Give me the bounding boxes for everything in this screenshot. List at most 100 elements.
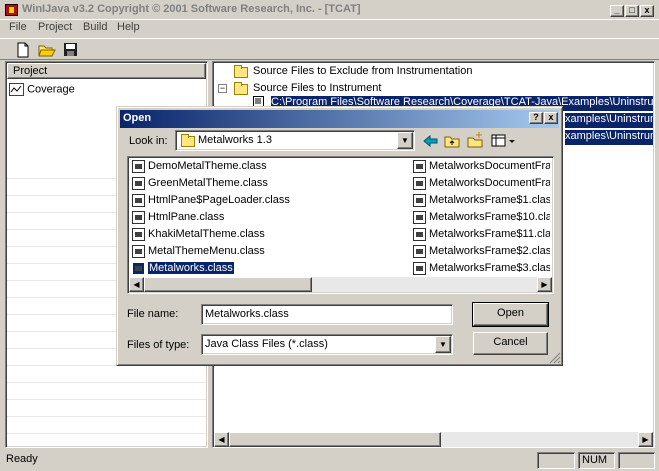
class-file-icon (413, 159, 426, 173)
file-label: MetalworksFrame$3.class (429, 262, 550, 274)
file-list-scrollbar[interactable]: ◀ ▶ (129, 277, 552, 292)
file-item[interactable]: MetalworksFrame$3.class (413, 261, 550, 278)
class-file-icon (132, 159, 145, 173)
minimize-button[interactable]: _ (610, 5, 624, 17)
menu-build[interactable]: Build (83, 21, 107, 33)
file-item[interactable]: MetalThemeMenu.class (132, 244, 402, 261)
class-file-icon (413, 261, 426, 275)
dialog-close-button[interactable]: x (544, 112, 558, 124)
menu-bar: File Project Build Help (0, 20, 659, 37)
new-folder-icon[interactable] (466, 131, 484, 149)
horizontal-scrollbar[interactable]: ◀ ▶ (214, 432, 653, 447)
scroll-left-icon[interactable]: ◀ (214, 432, 229, 447)
file-item[interactable]: KhakiMetalTheme.class (132, 227, 402, 244)
up-folder-icon[interactable] (443, 133, 461, 149)
file-item[interactable]: MetalworksFrame$10.clas (413, 210, 550, 227)
num-lock-indicator: NUM (578, 452, 615, 469)
restore-button[interactable]: □ (625, 5, 639, 17)
file-type-value: Java Class Files (*.class) (205, 338, 328, 350)
view-menu-icon[interactable] (490, 133, 518, 149)
new-icon[interactable] (12, 40, 34, 59)
file-list: DemoMetalTheme.class GreenMetalTheme.cla… (127, 156, 554, 294)
file-item[interactable]: HtmlPane.class (132, 210, 402, 227)
scroll-right-icon[interactable]: ▶ (537, 277, 552, 292)
file-name-input[interactable]: Metalworks.class (201, 304, 453, 325)
file-label: MetalworksFrame$1.class (429, 194, 550, 206)
project-item-label: Coverage (27, 83, 75, 96)
class-file-icon (132, 261, 145, 275)
tree-selected-file[interactable]: xamples\Uninstrum (565, 113, 653, 128)
resize-grip-icon[interactable] (549, 352, 561, 364)
file-type-dropdown[interactable]: Java Class Files (*.class) ▼ (201, 334, 453, 355)
dialog-title: Open (123, 112, 152, 124)
file-column-1: DemoMetalTheme.class GreenMetalTheme.cla… (132, 159, 402, 278)
file-item[interactable]: MetalworksDocumentFram (413, 176, 550, 193)
file-type-label: Files of type: (127, 339, 190, 351)
close-button[interactable]: x (640, 5, 654, 17)
file-item[interactable]: DemoMetalTheme.class (132, 159, 402, 176)
dialog-title-bar: Open ? x (120, 110, 559, 128)
open-dialog: Open ? x Look in: Metalworks 1.3 ▼ DemoM… (116, 106, 563, 366)
menu-file[interactable]: File (9, 21, 27, 33)
app-icon[interactable] (5, 4, 18, 16)
dialog-help-button[interactable]: ? (529, 112, 543, 124)
cancel-button[interactable]: Cancel (473, 332, 548, 355)
file-item[interactable]: HtmlPane$PageLoader.class (132, 193, 402, 210)
file-label: HtmlPane.class (148, 211, 225, 223)
chevron-down-icon[interactable]: ▼ (397, 132, 413, 149)
scroll-thumb[interactable] (144, 277, 312, 292)
open-button[interactable]: Open (472, 302, 549, 327)
open-folder-icon[interactable] (36, 40, 58, 59)
project-header: Project (7, 63, 206, 79)
status-text: Ready (6, 453, 38, 465)
file-item[interactable]: MetalworksFrame$11.clas (413, 227, 550, 244)
project-item-coverage[interactable]: Coverage (9, 83, 75, 96)
class-file-icon (132, 210, 145, 224)
menu-project[interactable]: Project (38, 21, 72, 33)
file-item-selected[interactable]: Metalworks.class (132, 261, 402, 278)
file-label: MetalworksFrame$2.class (429, 245, 550, 257)
class-file-icon (413, 176, 426, 190)
scroll-left-icon[interactable]: ◀ (129, 277, 144, 292)
file-label: MetalworksFrame$10.clas (429, 211, 550, 223)
class-file-icon (413, 227, 426, 241)
file-item[interactable]: MetalworksDocumentFram (413, 159, 550, 176)
title-bar: WinIJava v3.2 Copyright © 2001 Software … (0, 0, 659, 20)
window-title: WinIJava v3.2 Copyright © 2001 Software … (22, 3, 361, 15)
file-label: Metalworks.class (148, 262, 234, 274)
toolbar (0, 38, 659, 60)
file-label: KhakiMetalTheme.class (148, 228, 265, 240)
status-cell-empty (618, 452, 655, 469)
file-name-label: File name: (127, 308, 179, 320)
file-column-2: MetalworksDocumentFram MetalworksDocumen… (413, 159, 550, 278)
folder-icon (234, 82, 248, 95)
look-in-label: Look in: (129, 135, 168, 147)
file-label: MetalThemeMenu.class (148, 245, 265, 257)
coverage-icon (9, 83, 24, 96)
tree-selected-file[interactable]: xamples\Uninstrum (565, 130, 653, 145)
file-item[interactable]: GreenMetalTheme.class (132, 176, 402, 193)
look-in-dropdown[interactable]: Metalworks 1.3 ▼ (175, 130, 415, 151)
file-item[interactable]: MetalworksFrame$2.class (413, 244, 550, 261)
scroll-right-icon[interactable]: ▶ (638, 432, 653, 447)
class-file-icon (413, 244, 426, 258)
scroll-thumb[interactable] (229, 432, 441, 447)
class-file-icon (132, 193, 145, 207)
class-file-icon (413, 193, 426, 207)
file-label: GreenMetalTheme.class (148, 177, 268, 189)
back-arrow-icon[interactable] (421, 133, 439, 149)
file-label: MetalworksDocumentFram (429, 160, 550, 172)
class-file-icon (132, 244, 145, 258)
tree-collapse-toggle[interactable]: − (218, 84, 227, 93)
chevron-down-icon[interactable]: ▼ (435, 336, 451, 353)
file-item[interactable]: MetalworksFrame$1.class (413, 193, 550, 210)
folder-icon (181, 134, 195, 147)
file-label: MetalworksDocumentFram (429, 177, 550, 189)
file-label: MetalworksFrame$11.clas (429, 228, 550, 240)
menu-help[interactable]: Help (117, 21, 140, 33)
class-file-icon (132, 176, 145, 190)
tree-node-exclude[interactable]: Source Files to Exclude from Instrumenta… (253, 65, 472, 77)
save-icon[interactable] (60, 40, 82, 59)
tree-node-instrument[interactable]: Source Files to Instrument (253, 82, 381, 94)
class-file-icon (413, 210, 426, 224)
